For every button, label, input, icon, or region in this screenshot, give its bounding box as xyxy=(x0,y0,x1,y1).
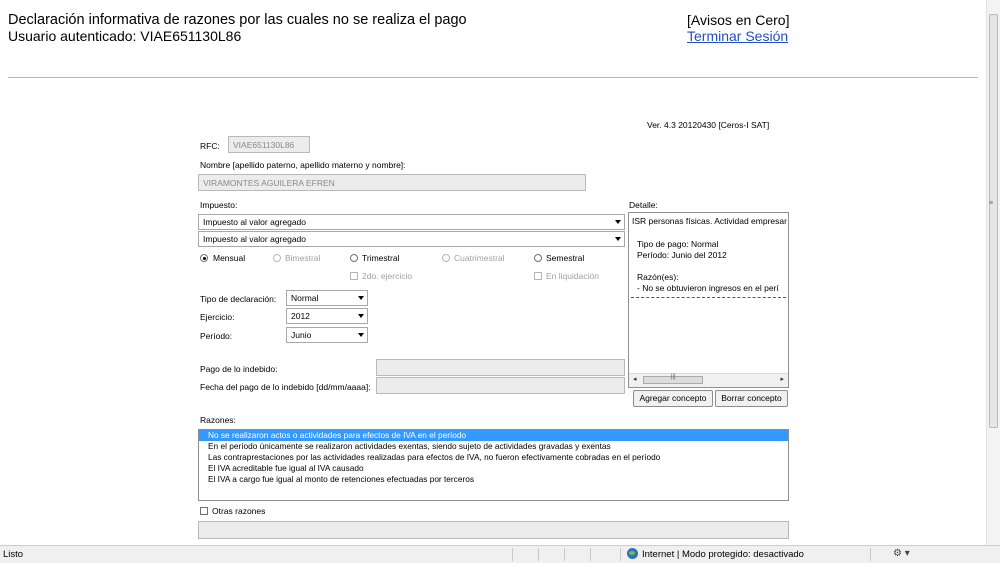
impuesto-select-2[interactable]: Impuesto al valor agregado xyxy=(198,231,625,247)
impuesto-label: Impuesto: xyxy=(200,200,238,210)
rfc-field[interactable]: VIAE651130L86 xyxy=(228,136,310,153)
detalle-separator xyxy=(631,297,786,298)
scroll-left-icon[interactable]: ◂ xyxy=(633,375,637,383)
ejercicio-label: Ejercicio: xyxy=(200,312,235,322)
radio-icon xyxy=(442,254,450,262)
pago-indebido-field[interactable] xyxy=(376,359,625,376)
nombre-label: Nombre [apellido paterno, apellido mater… xyxy=(200,160,406,170)
status-separator xyxy=(538,548,539,561)
en-liquidacion-label: En liquidación xyxy=(546,271,599,281)
globe-icon xyxy=(627,548,638,559)
scroll-grip-icon: ||| xyxy=(671,374,676,380)
scroll-grip-icon: ≡ xyxy=(989,200,994,207)
chevron-down-icon xyxy=(358,296,364,300)
status-separator xyxy=(620,548,621,561)
checkbox-otras-razones[interactable]: Otras razones xyxy=(200,506,280,519)
fecha-pago-indebido-label: Fecha del pago de lo indebido [dd/mm/aaa… xyxy=(200,382,371,392)
checkbox-icon xyxy=(534,272,542,280)
rfc-label: RFC: xyxy=(200,141,220,151)
pago-indebido-label: Pago de lo indebido: xyxy=(200,364,278,374)
radio-icon xyxy=(534,254,542,262)
protected-mode-icon[interactable]: ⚙ ▾ xyxy=(893,548,910,559)
detalle-label: Detalle: xyxy=(629,200,658,210)
list-item[interactable]: Las contraprestaciones por las actividad… xyxy=(199,452,788,463)
authenticated-user: Usuario autenticado: VIAE651130L86 xyxy=(8,28,242,44)
scroll-thumb[interactable] xyxy=(989,14,998,428)
list-item[interactable]: El IVA a cargo fue igual al monto de ret… xyxy=(199,474,788,485)
page-vertical-scrollbar[interactable]: ≡ xyxy=(986,0,1000,545)
periodo-label: Período: xyxy=(200,331,233,341)
radio-mensual-label: Mensual xyxy=(213,253,246,263)
tipo-declaracion-value: Normal xyxy=(291,293,319,303)
detalle-line: Período: Junio del 2012 xyxy=(637,250,727,260)
detalle-line: Tipo de pago: Normal xyxy=(637,239,719,249)
horizontal-scrollbar[interactable]: ◂ ||| ▸ xyxy=(629,373,788,387)
list-item[interactable]: El IVA acreditable fue igual al IVA caus… xyxy=(199,463,788,474)
chevron-down-icon xyxy=(615,237,621,241)
fecha-pago-indebido-field[interactable] xyxy=(376,377,625,394)
impuesto-select-2-value: Impuesto al valor agregado xyxy=(203,234,307,244)
radio-semestral-label: Semestral xyxy=(546,253,585,263)
list-item[interactable]: No se realizaron actos o actividades par… xyxy=(199,430,788,441)
radio-trimestral[interactable]: Trimestral xyxy=(350,253,420,266)
detalle-line: - No se obtuvieron ingresos en el perí xyxy=(637,283,779,293)
logout-link[interactable]: Terminar Sesión xyxy=(687,28,788,44)
radio-trimestral-label: Trimestral xyxy=(362,253,400,263)
ejercicio-select[interactable]: 2012 xyxy=(286,308,368,324)
chevron-down-icon xyxy=(358,333,364,337)
status-separator xyxy=(564,548,565,561)
tipo-declaracion-label: Tipo de declaración: xyxy=(200,294,277,304)
list-item[interactable]: En el período únicamente se realizaron a… xyxy=(199,441,788,452)
razones-label: Razones: xyxy=(200,415,236,425)
impuesto-select-1[interactable]: Impuesto al valor agregado xyxy=(198,214,625,230)
avisos-label: [Avisos en Cero] xyxy=(687,12,790,28)
nombre-field[interactable]: VIRAMONTES AGUILERA EFREN xyxy=(198,174,586,191)
radio-semestral[interactable]: Semestral xyxy=(534,253,604,266)
version-info: Ver. 4.3 20120430 [Ceros-I SAT] xyxy=(647,120,770,130)
periodo-select[interactable]: Junio xyxy=(286,327,368,343)
borrar-concepto-button[interactable]: Borrar concepto xyxy=(715,390,788,407)
radio-cuatrimestral[interactable]: Cuatrimestral xyxy=(442,253,522,266)
otras-razones-field[interactable] xyxy=(198,521,789,539)
radio-cuatrimestral-label: Cuatrimestral xyxy=(454,253,505,263)
radio-selected-icon xyxy=(200,254,208,262)
periodo-value: Junio xyxy=(291,330,312,340)
detalle-panel[interactable]: ISR personas físicas. Actividad empresar… xyxy=(628,212,789,388)
segundo-ejercicio-label: 2do. ejercicio xyxy=(362,271,413,281)
checkbox-icon xyxy=(350,272,358,280)
radio-mensual[interactable]: Mensual xyxy=(200,253,270,266)
radio-icon xyxy=(350,254,358,262)
otras-razones-label: Otras razones xyxy=(212,506,266,516)
checkbox-segundo-ejercicio[interactable]: 2do. ejercicio xyxy=(350,271,430,284)
razones-listbox[interactable]: No se realizaron actos o actividades par… xyxy=(198,429,789,501)
detalle-line: ISR personas físicas. Actividad empresar xyxy=(632,216,787,226)
tipo-declaracion-select[interactable]: Normal xyxy=(286,290,368,306)
status-bar: Listo Internet | Modo protegido: desacti… xyxy=(0,545,1000,563)
radio-bimestral-label: Bimestral xyxy=(285,253,321,263)
status-separator xyxy=(590,548,591,561)
status-text: Listo xyxy=(3,549,24,560)
scroll-right-icon[interactable]: ▸ xyxy=(780,375,784,383)
checkbox-icon xyxy=(200,507,208,515)
page-title: Declaración informativa de razones por l… xyxy=(8,12,467,28)
checkbox-en-liquidacion[interactable]: En liquidación xyxy=(534,271,614,284)
ejercicio-value: 2012 xyxy=(291,311,310,321)
chevron-down-icon xyxy=(358,314,364,318)
security-zone[interactable]: Internet | Modo protegido: desactivado xyxy=(642,549,804,560)
radio-bimestral[interactable]: Bimestral xyxy=(273,253,343,266)
radio-icon xyxy=(273,254,281,262)
chevron-down-icon xyxy=(615,220,621,224)
status-separator xyxy=(512,548,513,561)
agregar-concepto-button[interactable]: Agregar concepto xyxy=(633,390,713,407)
status-separator xyxy=(870,548,871,561)
impuesto-select-1-value: Impuesto al valor agregado xyxy=(203,217,307,227)
detalle-line: Razón(es): xyxy=(637,272,679,282)
header-divider xyxy=(8,77,978,78)
